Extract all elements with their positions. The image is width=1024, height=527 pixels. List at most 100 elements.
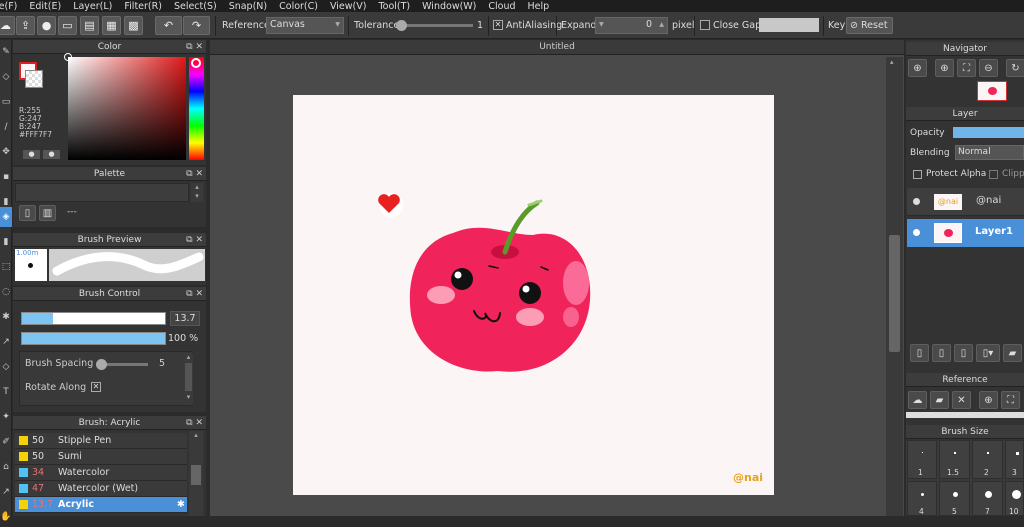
menu-filter[interactable]: Filter(R) <box>124 1 162 12</box>
close-icon[interactable]: ✕ <box>952 391 971 409</box>
menu-help[interactable]: Help <box>528 1 550 12</box>
brush-size-cell[interactable]: 7 <box>972 481 1003 516</box>
color-mode-button[interactable]: ● <box>23 150 40 159</box>
new-layer-icon[interactable]: ▯ <box>910 344 929 362</box>
magic-wand-icon[interactable]: ✱ <box>0 307 12 327</box>
close-gaps-slider[interactable] <box>759 18 819 32</box>
layer-row-selected[interactable]: Layer1 <box>907 219 1024 247</box>
picker-cursor[interactable] <box>64 53 72 61</box>
eyedropper-button[interactable]: ● <box>43 150 60 159</box>
brush-spacing-slider[interactable] <box>96 359 148 370</box>
brush-list-item[interactable]: 47 Watercolor (Wet) <box>15 481 187 497</box>
menu-cloud[interactable]: Cloud <box>488 1 515 12</box>
zoom-in-icon[interactable]: ⊕ <box>908 59 927 77</box>
brush-size-cell[interactable]: 3 <box>1005 440 1024 479</box>
brush-size-cell[interactable]: 5 <box>939 481 970 516</box>
fit-screen-icon[interactable]: ⛶ <box>957 59 976 77</box>
palette-scroll[interactable]: ▴ ▾ <box>191 183 203 202</box>
eye-icon[interactable] <box>913 229 920 236</box>
brush-size-cell[interactable]: 1.5 <box>939 440 970 479</box>
rotate-along-checkbox[interactable]: ✕ <box>91 382 101 392</box>
comment-icon[interactable]: ▭ <box>58 16 77 35</box>
brush-settings-scroll[interactable]: ▴ ▾ <box>184 353 193 405</box>
menu-edit[interactable]: Edit(E) <box>29 1 61 12</box>
chevron-up-icon[interactable]: ▴ <box>659 19 664 30</box>
clipping-checkbox[interactable] <box>989 170 998 179</box>
menu-select[interactable]: Select(S) <box>174 1 217 12</box>
pen-tool-icon[interactable]: ✎ <box>0 42 12 62</box>
chevron-up-icon[interactable]: ▴ <box>890 58 894 66</box>
rotate-icon[interactable]: ↻ <box>1006 59 1024 77</box>
brush-list-item-selected[interactable]: 13.7 Acrylic ✱ <box>15 497 187 513</box>
fill-tool-icon[interactable]: ◈ <box>0 207 12 227</box>
tolerance-slider[interactable] <box>396 20 473 31</box>
transform-tool-icon[interactable]: ▪ <box>0 167 12 187</box>
folder-icon[interactable]: ▰ <box>1003 344 1022 362</box>
undock-close-icon[interactable]: ⧉ ✕ <box>186 287 203 301</box>
duplicate-layer-icon[interactable]: ▯ <box>954 344 973 362</box>
gear-icon[interactable]: ✱ <box>177 497 185 513</box>
zoom-in-icon[interactable]: ⊕ <box>935 59 954 77</box>
antialiasing-checkbox[interactable]: ✕ <box>493 20 503 30</box>
document-tab[interactable]: Untitled <box>210 40 904 55</box>
brush-spacing-handle[interactable] <box>96 359 107 370</box>
cloud-icon[interactable]: ☁ <box>0 16 15 35</box>
menu-window[interactable]: Window(W) <box>422 1 476 12</box>
redo-icon[interactable]: ↷ <box>183 16 210 35</box>
hand-tool-icon[interactable]: ✋ <box>0 507 12 527</box>
ellipse-select-icon[interactable]: ◌ <box>0 282 12 302</box>
eye-icon[interactable] <box>913 198 920 205</box>
expand-input[interactable]: ▾ 0 ▴ <box>595 17 668 34</box>
canvas-paper[interactable]: @nai <box>293 95 774 495</box>
zoom-in-icon[interactable]: ⊕ <box>979 391 998 409</box>
undock-close-icon[interactable]: ⧉ ✕ <box>186 416 203 430</box>
select-tool-icon[interactable]: ◇ <box>0 67 12 87</box>
lasso-tool-icon[interactable]: ▭ <box>0 92 12 112</box>
new-layer-type-icon[interactable]: ▯ <box>932 344 951 362</box>
brush-list-item[interactable]: 34 Watercolor <box>15 465 187 481</box>
smudge-tool-icon[interactable]: ✐ <box>0 432 12 452</box>
undo-icon[interactable]: ↶ <box>155 16 182 35</box>
undock-close-icon[interactable]: ⧉ ✕ <box>186 40 203 54</box>
brush-size-cell[interactable]: 2 <box>972 440 1003 479</box>
brush-size-value[interactable]: 13.7 <box>170 311 200 326</box>
speech-bubble-icon[interactable]: ● <box>37 16 56 35</box>
canvas-scroll-thumb[interactable] <box>889 235 900 352</box>
menu-snap[interactable]: Snap(N) <box>229 1 267 12</box>
gradient-tool-icon[interactable]: ▮ <box>0 232 12 252</box>
brush-list-scroll[interactable]: ▴ <box>189 431 203 516</box>
fit-screen-icon[interactable]: ⛶ <box>1001 391 1020 409</box>
navigator-thumbnail[interactable] <box>977 81 1007 101</box>
brush-list-scroll-thumb[interactable] <box>191 465 201 485</box>
reset-button[interactable]: ⊘ Reset <box>846 17 893 34</box>
undock-close-icon[interactable]: ⧉ ✕ <box>186 233 203 247</box>
move-tool-icon[interactable]: ✥ <box>0 142 12 162</box>
new-palette-icon[interactable]: ▯ <box>19 205 36 221</box>
close-gaps-checkbox[interactable] <box>700 20 710 30</box>
saturation-brightness-picker[interactable] <box>64 53 186 160</box>
zoom-out-icon[interactable]: ⊖ <box>979 59 998 77</box>
menu-file[interactable]: le(F) <box>0 1 17 12</box>
text-tool-icon[interactable]: T <box>0 382 12 402</box>
hue-slider[interactable] <box>189 57 204 160</box>
menu-tool[interactable]: Tool(T) <box>378 1 410 12</box>
menu-view[interactable]: View(V) <box>330 1 366 12</box>
hue-handle[interactable] <box>191 58 201 68</box>
brush-size-cell[interactable]: 4 <box>907 481 937 516</box>
document-icon[interactable]: ▤ <box>80 16 99 35</box>
brush-size-cell[interactable]: 1 <box>907 440 937 479</box>
tolerance-slider-handle[interactable] <box>396 20 407 31</box>
marquee-tool-icon[interactable]: ⬚ <box>0 257 12 277</box>
background-color-swatch[interactable] <box>25 70 43 88</box>
reference-select[interactable]: Canvas ▾ <box>266 17 344 34</box>
protect-alpha-checkbox[interactable] <box>913 170 922 179</box>
eraser-tool-icon[interactable]: ◇ <box>0 357 12 377</box>
canvas-vertical-scrollbar[interactable]: ▴ <box>886 57 903 516</box>
brush-size-cell[interactable]: 10 <box>1005 481 1024 516</box>
menu-layer[interactable]: Layer(L) <box>73 1 112 12</box>
new-layer-menu-icon[interactable]: ▯▾ <box>976 344 1000 362</box>
grid-panel-icon[interactable]: ▩ <box>124 16 143 35</box>
blending-select[interactable]: Normal <box>955 145 1024 160</box>
panel-layout-icon[interactable]: ▦ <box>102 16 121 35</box>
zoom-tool-icon[interactable]: ↗ <box>0 482 12 502</box>
